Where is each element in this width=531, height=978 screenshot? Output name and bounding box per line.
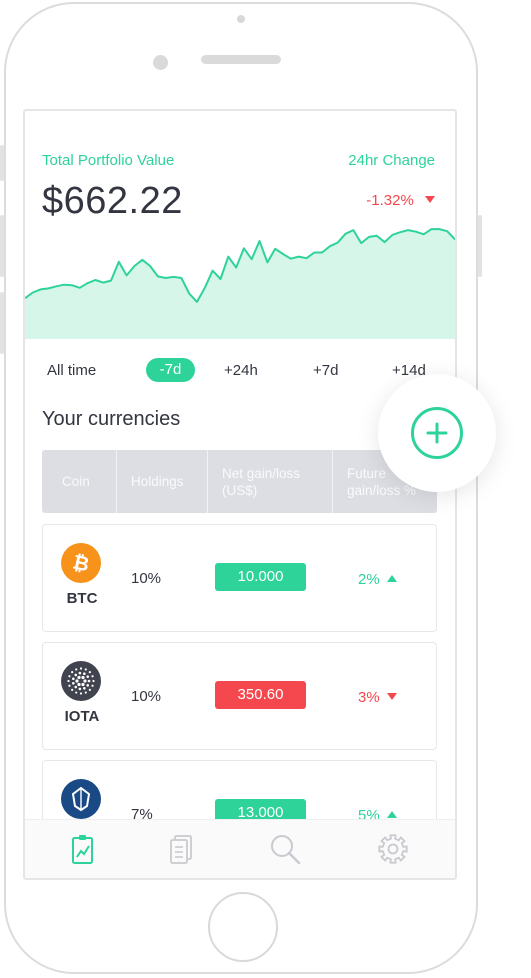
bottom-nav	[25, 819, 455, 878]
net-gain-badge: 10.000	[215, 563, 306, 591]
portfolio-value: $662.22	[42, 180, 183, 222]
plus-icon	[426, 422, 448, 444]
speaker-grille	[201, 55, 281, 64]
future-gain: 2%	[358, 571, 397, 588]
documents-icon[interactable]	[168, 833, 196, 867]
down-arrow-icon	[425, 196, 435, 203]
table-row[interactable]: IOTA 10% 350.60 3%	[42, 642, 437, 750]
svg-text:₿: ₿	[71, 550, 92, 577]
header-coin: Coin	[62, 474, 90, 489]
volume-up-button	[0, 215, 4, 277]
range-minus-7d[interactable]: -7d	[146, 358, 195, 382]
future-gain: 3%	[358, 689, 397, 706]
coin-symbol: IOTA	[64, 708, 100, 725]
header-holdings: Holdings	[116, 450, 207, 513]
silent-switch	[0, 145, 4, 181]
section-title: Your currencies	[42, 408, 181, 430]
iota-icon	[61, 661, 101, 701]
portfolio-title: Total Portfolio Value	[42, 152, 175, 169]
net-loss-badge: 350.60	[215, 681, 306, 709]
change-value: -1.32%	[366, 192, 414, 209]
volume-down-button	[0, 292, 4, 354]
holding-percent: 10%	[131, 570, 162, 587]
change-title: 24hr Change	[348, 152, 435, 169]
change-value-wrap: -1.32%	[366, 192, 435, 209]
power-button	[478, 215, 482, 277]
table-row[interactable]: ₿ BTC 10% 10.000 2%	[42, 524, 437, 632]
future-gain-value: 2%	[358, 571, 380, 588]
up-arrow-icon	[386, 811, 397, 818]
portfolio-icon[interactable]	[69, 833, 97, 867]
add-currency-button[interactable]	[411, 407, 463, 459]
search-icon[interactable]	[269, 833, 303, 867]
table-header: Coin Holdings Net gain/loss (US$) Future…	[42, 450, 437, 513]
portfolio-chart	[25, 228, 455, 339]
bitcoin-icon: ₿	[61, 543, 101, 583]
home-button[interactable]	[208, 892, 278, 962]
future-gain-value: 3%	[358, 689, 380, 706]
settings-icon[interactable]	[377, 833, 409, 865]
coin-symbol: BTC	[66, 590, 98, 607]
holding-percent: 10%	[131, 688, 162, 705]
front-camera-dot	[237, 15, 245, 23]
range-plus-24h[interactable]: +24h	[224, 362, 258, 379]
chart-area	[25, 229, 455, 339]
header-net-gain: Net gain/loss (US$)	[207, 450, 332, 513]
range-plus-7d[interactable]: +7d	[313, 362, 338, 379]
down-arrow-icon	[386, 693, 397, 700]
range-all-time[interactable]: All time	[47, 362, 96, 379]
front-camera	[153, 55, 168, 70]
up-arrow-icon	[386, 575, 397, 582]
app-screen: Total Portfolio Value 24hr Change $662.2…	[23, 109, 457, 880]
crystal-coin-icon	[61, 779, 101, 819]
